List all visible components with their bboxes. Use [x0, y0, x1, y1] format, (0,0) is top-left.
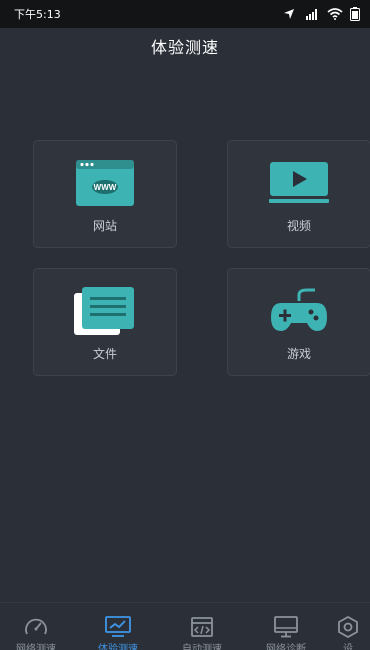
monitor-chart-icon: [105, 616, 131, 637]
tile-video[interactable]: 视频: [227, 140, 370, 248]
location-arrow-icon: [284, 9, 294, 19]
tab-experience-speed[interactable]: 体验测速: [78, 603, 158, 650]
settings-icon: [338, 616, 358, 638]
tile-game[interactable]: 游戏: [227, 268, 370, 376]
game-controller-icon: [271, 288, 327, 331]
bottom-tab-bar: 网络测速 体验测速 自动测速 网络诊断 设: [0, 602, 370, 650]
tile-label-file: 文件: [92, 347, 117, 361]
tile-website[interactable]: WWW 网站: [33, 140, 177, 248]
tab-label-network-diagnosis: 网络诊断: [266, 644, 306, 650]
tab-label-auto-speed: 自动测速: [182, 644, 222, 650]
tab-label-experience-speed: 体验测速: [98, 644, 138, 650]
status-time: 下午5:13: [14, 8, 61, 21]
battery-icon: [350, 7, 360, 21]
code-window-icon: [191, 617, 213, 637]
tile-label-video: 视频: [286, 219, 311, 233]
tile-file[interactable]: 文件: [33, 268, 177, 376]
tab-label-settings: 设: [343, 644, 353, 650]
tile-label-website: 网站: [92, 219, 117, 233]
video-icon: [269, 162, 329, 203]
tab-label-network-speed: 网络测速: [16, 644, 56, 650]
wifi-icon: [327, 8, 343, 20]
signal-icon: [306, 8, 317, 20]
website-icon: WWW: [76, 160, 134, 206]
page-title: 体验测速: [150, 38, 219, 57]
tab-network-speed[interactable]: 网络测速: [0, 603, 76, 650]
status-bar: 下午5:13: [0, 0, 370, 28]
tab-auto-speed[interactable]: 自动测速: [162, 603, 242, 650]
tab-network-diagnosis[interactable]: 网络诊断: [246, 603, 326, 650]
file-icon: [74, 287, 134, 335]
speedometer-icon: [25, 618, 47, 635]
status-icons: [283, 7, 360, 21]
svg-text:WWW: WWW: [94, 183, 117, 192]
desktop-icon: [274, 616, 298, 638]
tile-label-game: 游戏: [286, 347, 311, 361]
tab-settings[interactable]: 设: [326, 603, 370, 650]
